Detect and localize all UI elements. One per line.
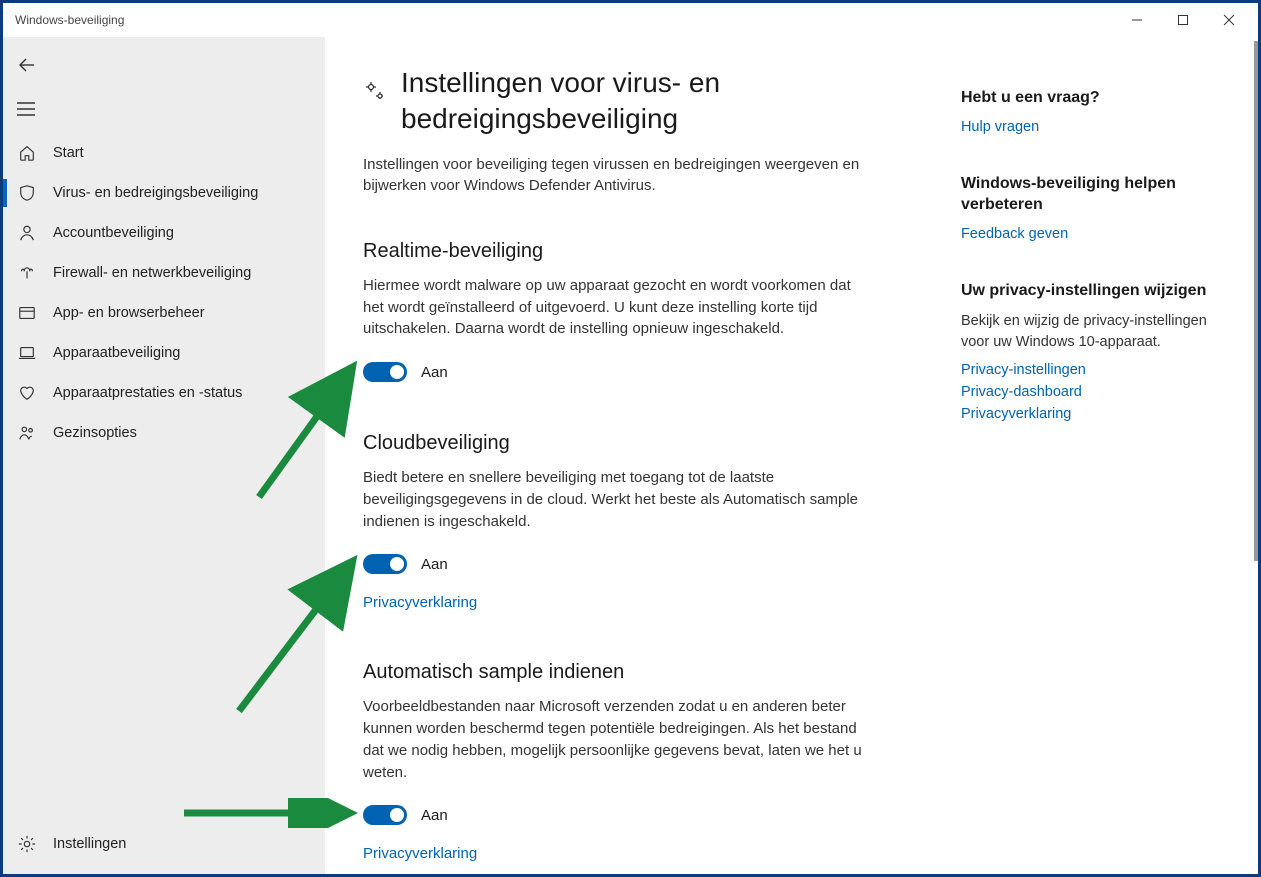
sidebar-item-appbrowser[interactable]: App- en browserbeheer <box>3 293 325 333</box>
main-content: Instellingen voor virus- en bedreigingsb… <box>363 65 921 874</box>
toggle-cloud[interactable] <box>363 554 407 574</box>
window-title: Windows-beveiliging <box>9 13 124 27</box>
person-icon <box>17 224 37 242</box>
help-link[interactable]: Hulp vragen <box>961 119 1220 135</box>
scrollbar-thumb[interactable] <box>1254 41 1258 561</box>
privacy-link[interactable]: Privacyverklaring <box>363 845 477 862</box>
card-title: Hebt u een vraag? <box>961 87 1220 109</box>
page-subtitle: Instellingen voor beveiliging tegen viru… <box>363 154 863 196</box>
gear-icon <box>17 835 37 853</box>
sidebar-item-device[interactable]: Apparaatbeveiliging <box>3 333 325 373</box>
right-column: Hebt u een vraag? Hulp vragen Windows-be… <box>961 65 1220 874</box>
toggle-state: Aan <box>421 807 448 824</box>
card-improve: Windows-beveiliging helpen verbeteren Fe… <box>961 173 1220 242</box>
sidebar-item-label: Start <box>53 145 84 161</box>
privacy-settings-link[interactable]: Privacy-instellingen <box>961 362 1220 378</box>
sidebar-item-label: Firewall- en netwerkbeveiliging <box>53 265 251 281</box>
section-title: Cloudbeveiliging <box>363 432 921 455</box>
sidebar-item-family[interactable]: Gezinsopties <box>3 413 325 453</box>
sidebar: Start Virus- en bedreigingsbeveiliging A… <box>3 37 325 874</box>
close-button[interactable] <box>1206 5 1252 35</box>
heart-icon <box>17 384 37 402</box>
page-title: Instellingen voor virus- en bedreigingsb… <box>401 65 921 138</box>
sidebar-item-start[interactable]: Start <box>3 133 325 173</box>
sidebar-item-label: App- en browserbeheer <box>53 305 205 321</box>
browser-icon <box>17 304 37 322</box>
sidebar-item-label: Accountbeveiliging <box>53 225 174 241</box>
scrollbar[interactable] <box>1254 37 1258 874</box>
content-area: Start Virus- en bedreigingsbeveiliging A… <box>3 37 1258 874</box>
toggle-cloud-row: Aan <box>363 554 921 574</box>
toggle-state: Aan <box>421 556 448 573</box>
card-title: Uw privacy-instellingen wijzigen <box>961 280 1220 302</box>
sidebar-item-label: Virus- en bedreigingsbeveiliging <box>53 185 258 201</box>
shield-icon <box>17 184 37 202</box>
page-header: Instellingen voor virus- en bedreigingsb… <box>363 65 921 138</box>
section-desc: Hiermee wordt malware op uw apparaat gez… <box>363 275 863 340</box>
sidebar-item-account[interactable]: Accountbeveiliging <box>3 213 325 253</box>
window-controls <box>1114 5 1252 35</box>
section-realtime: Realtime-beveiliging Hiermee wordt malwa… <box>363 240 921 382</box>
privacy-link[interactable]: Privacyverklaring <box>363 594 477 611</box>
maximize-button[interactable] <box>1160 5 1206 35</box>
device-icon <box>17 344 37 362</box>
minimize-button[interactable] <box>1114 5 1160 35</box>
card-text: Bekijk en wijzig de privacy-instellingen… <box>961 311 1220 352</box>
sidebar-item-label: Gezinsopties <box>53 425 137 441</box>
sidebar-item-settings[interactable]: Instellingen <box>3 824 325 864</box>
section-title: Automatisch sample indienen <box>363 661 921 684</box>
toggle-state: Aan <box>421 364 448 381</box>
section-sample: Automatisch sample indienen Voorbeeldbes… <box>363 661 921 862</box>
toggle-sample[interactable] <box>363 805 407 825</box>
sidebar-item-performance[interactable]: Apparaatprestaties en -status <box>3 373 325 413</box>
toggle-realtime-row: Aan <box>363 362 921 382</box>
sidebar-item-label: Instellingen <box>53 836 126 852</box>
card-title: Windows-beveiliging helpen verbeteren <box>961 173 1220 216</box>
hamburger-button[interactable] <box>3 87 325 131</box>
home-icon <box>17 144 37 162</box>
back-button[interactable] <box>3 43 325 87</box>
section-cloud: Cloudbeveiliging Biedt betere en sneller… <box>363 432 921 611</box>
sidebar-item-virus[interactable]: Virus- en bedreigingsbeveiliging <box>3 173 325 213</box>
titlebar: Windows-beveiliging <box>3 3 1258 37</box>
section-desc: Voorbeeldbestanden naar Microsoft verzen… <box>363 696 863 783</box>
sidebar-item-firewall[interactable]: Firewall- en netwerkbeveiliging <box>3 253 325 293</box>
privacy-dashboard-link[interactable]: Privacy-dashboard <box>961 384 1220 400</box>
sidebar-item-label: Apparaatprestaties en -status <box>53 385 242 401</box>
section-title: Realtime-beveiliging <box>363 240 921 263</box>
network-icon <box>17 264 37 282</box>
sidebar-item-label: Apparaatbeveiliging <box>53 345 180 361</box>
toggle-realtime[interactable] <box>363 362 407 382</box>
family-icon <box>17 424 37 442</box>
main-panel: Instellingen voor virus- en bedreigingsb… <box>325 37 1258 874</box>
card-privacy: Uw privacy-instellingen wijzigen Bekijk … <box>961 280 1220 422</box>
privacy-statement-link[interactable]: Privacyverklaring <box>961 406 1220 422</box>
nav: Start Virus- en bedreigingsbeveiliging A… <box>3 133 325 453</box>
section-desc: Biedt betere en snellere beveiliging met… <box>363 467 863 532</box>
feedback-link[interactable]: Feedback geven <box>961 226 1220 242</box>
toggle-sample-row: Aan <box>363 805 921 825</box>
card-help: Hebt u een vraag? Hulp vragen <box>961 87 1220 135</box>
settings-gears-icon <box>363 79 387 106</box>
